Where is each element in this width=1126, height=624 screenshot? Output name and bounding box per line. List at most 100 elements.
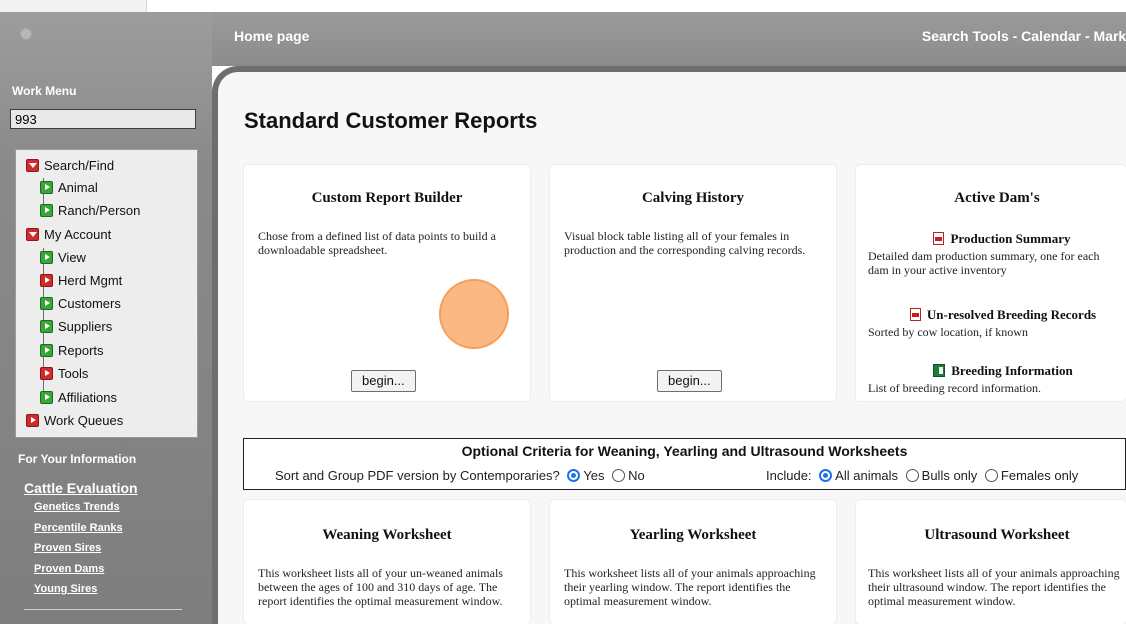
sidebar-divider [24,609,182,610]
report-title-row[interactable]: Production Summary [856,230,1126,248]
report-description: List of breeding record information. [868,381,1041,395]
report-title-row[interactable]: Un-resolved Breeding Records [856,306,1126,324]
card-title: Active Dam's [954,190,1040,206]
include-row: Include: All animals Bulls only Females … [766,468,1078,483]
work-menu-panel: Search/Find Animal Ranch/Person My Accou… [15,149,198,438]
menu-item-customers[interactable]: Customers [40,295,121,313]
spreadsheet-icon [933,364,946,377]
link-percentile-ranks[interactable]: Percentile Ranks [34,521,123,542]
include-label: Include: [766,468,812,483]
optional-criteria-panel: Optional Criteria for Weaning, Yearling … [243,438,1126,490]
menu-item-reports[interactable]: Reports [40,342,104,360]
menu-item-label: Customers [58,296,121,311]
radio-label[interactable]: Females only [1001,468,1078,483]
report-description: Detailed dam production summary, one for… [868,249,1100,277]
work-menu-title: Work Menu [12,84,77,98]
card-title: Custom Report Builder [311,190,463,206]
card-description: This worksheet lists all of your animals… [564,566,816,608]
menu-item-ranch-person[interactable]: Ranch/Person [40,202,140,220]
menu-item-label: Search/Find [44,158,115,173]
arrow-right-icon [40,181,53,194]
radio-label[interactable]: No [628,468,645,483]
top-strip [0,0,1126,13]
card-title: Calving History [641,190,745,206]
header-title[interactable]: Home page [234,28,309,44]
collapsed-folder-icon [40,274,53,287]
card-description: Visual block table listing all of your f… [564,229,806,257]
link-young-sires[interactable]: Young Sires [34,582,123,603]
calving-history-begin-button[interactable]: begin... [657,370,722,392]
logo-icon [20,28,32,40]
fyi-title: For Your Information [18,452,137,466]
radio-label[interactable]: Bulls only [922,468,978,483]
card-title: Yearling Worksheet [629,527,757,543]
menu-item-my-account[interactable]: My Account [26,226,111,244]
arrow-right-icon [40,251,53,264]
report-title[interactable]: Production Summary [950,231,1070,246]
menu-item-label: Work Queues [44,413,124,428]
cattle-evaluation-links: Genetics Trends Percentile Ranks Proven … [34,500,123,603]
menu-item-label: View [58,250,86,265]
sort-label: Sort and Group PDF version by Contempora… [275,468,560,483]
menu-item-search-find[interactable]: Search/Find [26,157,114,175]
arrow-right-icon [40,344,53,357]
active-dams-card: Active Dam's Production Summary Detailed… [856,165,1126,401]
ultrasound-worksheet-card: Ultrasound Worksheet This worksheet list… [856,500,1126,624]
menu-item-animal[interactable]: Animal [40,179,98,197]
report-title[interactable]: Breeding Information [951,363,1072,378]
custom-report-begin-button[interactable]: begin... [351,370,416,392]
sort-yes-radio[interactable] [567,469,581,482]
yearling-worksheet-card: Yearling Worksheet This worksheet lists … [550,500,836,624]
include-females-only-radio[interactable] [984,469,998,482]
menu-item-label: Herd Mgmt [58,273,123,288]
sort-no-radio[interactable] [612,469,626,482]
breeding-information-report: Breeding Information List of breeding re… [856,362,1126,395]
pdf-icon [909,308,921,321]
radio-label[interactable]: All animals [835,468,898,483]
sort-group-row: Sort and Group PDF version by Contempora… [275,468,645,483]
menu-item-herd-mgmt[interactable]: Herd Mgmt [40,272,122,290]
arrow-right-icon [40,204,53,217]
menu-item-label: My Account [44,227,112,242]
link-proven-sires[interactable]: Proven Sires [34,541,123,562]
expanded-folder-icon [26,159,39,172]
collapsed-folder-icon [26,414,39,427]
card-title: Weaning Worksheet [322,527,452,543]
menu-item-label: Animal [58,180,98,195]
menu-item-suppliers[interactable]: Suppliers [40,318,112,336]
expanded-folder-icon [26,228,39,241]
report-title-row[interactable]: Breeding Information [856,362,1126,380]
include-all-animals-radio[interactable] [819,469,833,482]
arrow-right-icon [40,320,53,333]
menu-item-affiliations[interactable]: Affiliations [40,389,117,407]
link-proven-dams[interactable]: Proven Dams [34,562,123,583]
menu-item-label: Ranch/Person [58,203,141,218]
header-nav[interactable]: Search Tools - Calendar - Marke [922,28,1126,44]
card-description: Chose from a defined list of data points… [258,229,496,257]
menu-item-label: Reports [58,343,104,358]
link-genetics-trends[interactable]: Genetics Trends [34,500,123,521]
page-title: Standard Customer Reports [244,108,538,133]
work-menu-search-input[interactable] [10,109,196,129]
report-description: Sorted by cow location, if known [868,325,1028,339]
menu-item-view[interactable]: View [40,249,86,267]
criteria-title: Optional Criteria for Weaning, Yearling … [461,443,908,459]
calving-history-card: Calving History Visual block table listi… [550,165,836,401]
header-bar: Home page Search Tools - Calendar - Mark… [212,12,1126,66]
card-description: This worksheet lists all of your un-wean… [258,566,503,608]
include-bulls-only-radio[interactable] [905,469,919,482]
production-summary-report: Production Summary Detailed dam producti… [856,230,1126,277]
menu-item-label: Suppliers [58,319,113,334]
unresolved-breeding-report: Un-resolved Breeding Records Sorted by c… [856,306,1126,339]
menu-item-tools[interactable]: Tools [40,365,88,383]
menu-item-label: Affiliations [58,390,118,405]
radio-label[interactable]: Yes [583,468,604,483]
menu-item-work-queues[interactable]: Work Queues [26,412,123,430]
collapsed-folder-icon [40,367,53,380]
weaning-worksheet-card: Weaning Worksheet This worksheet lists a… [244,500,530,624]
menu-item-label: Tools [58,366,89,381]
report-title[interactable]: Un-resolved Breeding Records [927,307,1096,322]
cattle-evaluation-link[interactable]: Cattle Evaluation [24,480,138,496]
card-title: Ultrasound Worksheet [924,527,1070,543]
arrow-right-icon [40,391,53,404]
